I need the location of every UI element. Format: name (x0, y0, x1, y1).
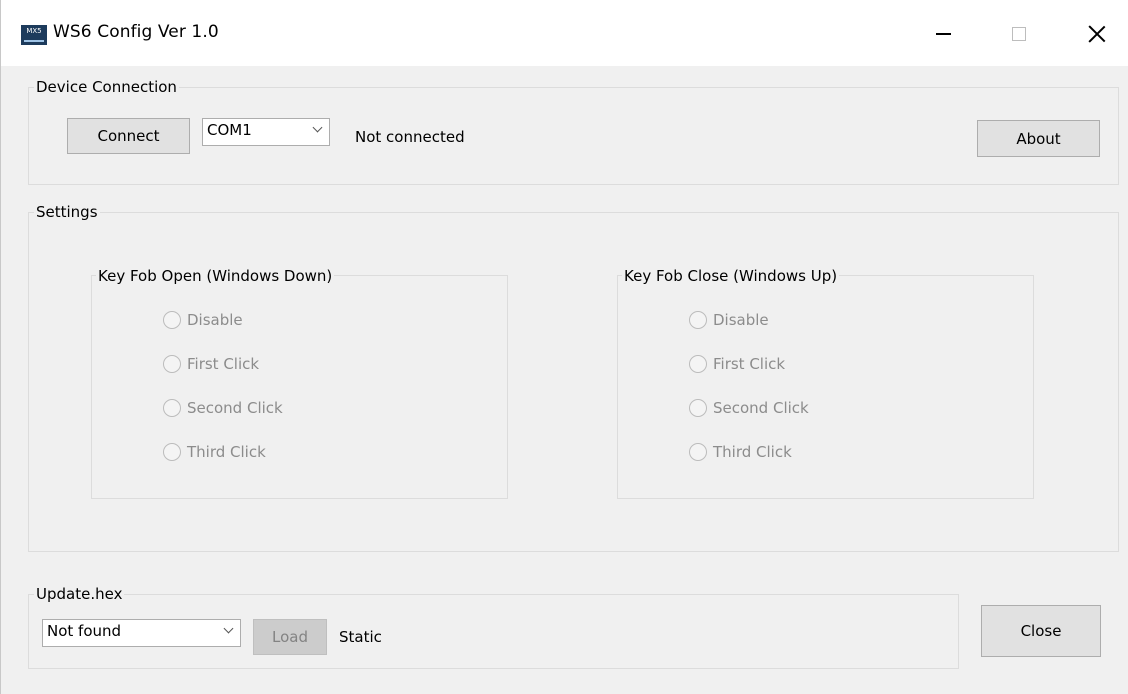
app-logo-text: MX5 (26, 27, 42, 35)
radio-label: Disable (713, 311, 769, 329)
close-radio-disable[interactable]: Disable (689, 311, 769, 329)
radio-circle (163, 311, 181, 329)
radio-label: Second Click (187, 399, 283, 417)
app-logo-wave (24, 40, 44, 42)
about-button[interactable]: About (977, 120, 1100, 157)
hex-file-value: Not found (47, 622, 122, 640)
chevron-down-icon (312, 122, 323, 133)
window-title: WS6 Config Ver 1.0 (53, 22, 219, 42)
connect-button[interactable]: Connect (67, 118, 190, 154)
close-button[interactable]: Close (981, 605, 1101, 657)
radio-label: Second Click (713, 399, 809, 417)
radio-circle (163, 355, 181, 373)
radio-label: First Click (187, 355, 260, 373)
close-icon (1088, 25, 1106, 43)
com-port-select[interactable]: COM1 (202, 118, 330, 146)
minimize-icon (935, 33, 951, 35)
radio-label: Third Click (713, 443, 792, 461)
key-fob-open-label: Key Fob Open (Windows Down) (96, 267, 335, 285)
radio-circle (689, 311, 707, 329)
close-radio-second-click[interactable]: Second Click (689, 399, 809, 417)
device-connection-label: Device Connection (34, 78, 179, 96)
close-radio-third-click[interactable]: Third Click (689, 443, 792, 461)
radio-circle (163, 399, 181, 417)
open-radio-third-click[interactable]: Third Click (163, 443, 266, 461)
update-hex-label: Update.hex (34, 585, 125, 603)
radio-label: Third Click (187, 443, 266, 461)
minimize-button[interactable] (921, 14, 965, 54)
hex-file-select[interactable]: Not found (42, 619, 241, 647)
update-status: Static (339, 628, 382, 646)
radio-circle (689, 399, 707, 417)
chevron-down-icon (223, 623, 234, 634)
radio-label: First Click (713, 355, 786, 373)
key-fob-close-group (617, 275, 1034, 499)
radio-circle (163, 443, 181, 461)
radio-label: Disable (187, 311, 243, 329)
maximize-icon (1012, 27, 1026, 41)
radio-circle (689, 355, 707, 373)
close-radio-first-click[interactable]: First Click (689, 355, 785, 373)
radio-circle (689, 443, 707, 461)
device-connection-group (28, 87, 1119, 185)
title-bar[interactable]: MX5 WS6 Config Ver 1.0 (1, 0, 1128, 66)
maximize-button[interactable] (997, 14, 1041, 54)
app-logo-icon: MX5 (21, 25, 47, 45)
open-radio-first-click[interactable]: First Click (163, 355, 259, 373)
settings-label: Settings (34, 203, 100, 221)
open-radio-second-click[interactable]: Second Click (163, 399, 283, 417)
com-port-value: COM1 (207, 121, 252, 139)
load-button[interactable]: Load (253, 619, 327, 655)
open-radio-disable[interactable]: Disable (163, 311, 243, 329)
key-fob-close-label: Key Fob Close (Windows Up) (622, 267, 840, 285)
connection-status: Not connected (355, 128, 465, 146)
key-fob-open-group (91, 275, 508, 499)
app-window: MX5 WS6 Config Ver 1.0 Device Connection… (0, 0, 1128, 694)
close-window-button[interactable] (1075, 14, 1119, 54)
